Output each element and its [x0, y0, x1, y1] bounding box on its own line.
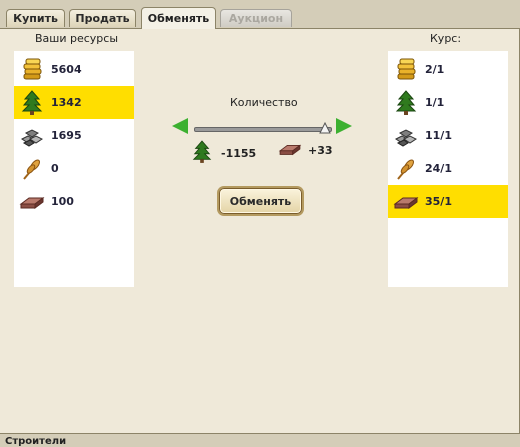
tab-bar: Купить Продать Обменять Аукцион — [0, 0, 520, 29]
stone-icon — [19, 123, 45, 149]
wood-icon — [192, 140, 212, 167]
rates-title: Курс: — [430, 32, 462, 45]
tab-auction: Аукцион — [220, 9, 292, 27]
resource-row-wood[interactable]: 1342 — [14, 86, 134, 119]
stone-icon — [393, 123, 419, 149]
resource-row-stone[interactable]: 1695 — [14, 119, 134, 152]
resource-row-gold[interactable]: 5604 — [14, 53, 134, 86]
gold-icon — [393, 57, 419, 83]
resource-value: 5604 — [51, 63, 82, 76]
iron-icon — [393, 189, 419, 215]
resources-title: Ваши ресурсы — [35, 32, 119, 45]
wheat-icon — [19, 156, 45, 182]
give-amount: -1155 — [221, 147, 257, 160]
quantity-slider-thumb[interactable] — [319, 121, 331, 134]
wheat-icon — [393, 156, 419, 182]
decrease-arrow-icon[interactable] — [172, 118, 188, 134]
increase-arrow-icon[interactable] — [336, 118, 352, 134]
rate-value: 1/1 — [425, 96, 445, 109]
iron-icon — [19, 189, 45, 215]
rate-row-iron[interactable]: 35/1 — [388, 185, 508, 218]
rate-row-wood[interactable]: 1/1 — [388, 86, 508, 119]
rate-value: 2/1 — [425, 63, 445, 76]
give-preview: -1155 — [192, 140, 256, 167]
wood-icon — [19, 89, 45, 116]
rate-row-stone[interactable]: 11/1 — [388, 119, 508, 152]
resource-value: 1342 — [51, 96, 82, 109]
gold-icon — [19, 57, 45, 83]
wood-icon — [393, 89, 419, 116]
iron-icon — [278, 140, 302, 161]
builders-label[interactable]: Строители — [5, 436, 66, 447]
rate-row-gold[interactable]: 2/1 — [388, 53, 508, 86]
rates-list: 2/1 1/1 11/1 24/1 35/1 — [388, 51, 508, 287]
resources-list: 5604 1342 1695 0 100 — [14, 51, 134, 287]
tab-exchange[interactable]: Обменять — [141, 7, 216, 29]
tab-sell[interactable]: Продать — [69, 9, 136, 27]
rate-row-wheat[interactable]: 24/1 — [388, 152, 508, 185]
resource-row-iron[interactable]: 100 — [14, 185, 134, 218]
rate-value: 35/1 — [425, 195, 452, 208]
rate-value: 24/1 — [425, 162, 452, 175]
bottom-bar: Строители — [0, 433, 520, 447]
resource-value: 0 — [51, 162, 59, 175]
exchange-button[interactable]: Обменять — [219, 188, 302, 214]
quantity-slider-track[interactable] — [194, 127, 332, 132]
resource-value: 100 — [51, 195, 74, 208]
resource-row-wheat[interactable]: 0 — [14, 152, 134, 185]
quantity-label: Количество — [230, 96, 298, 109]
get-amount: +33 — [308, 144, 333, 157]
rate-value: 11/1 — [425, 129, 452, 142]
get-preview: +33 — [278, 140, 333, 161]
tab-buy[interactable]: Купить — [6, 9, 65, 27]
resource-value: 1695 — [51, 129, 82, 142]
